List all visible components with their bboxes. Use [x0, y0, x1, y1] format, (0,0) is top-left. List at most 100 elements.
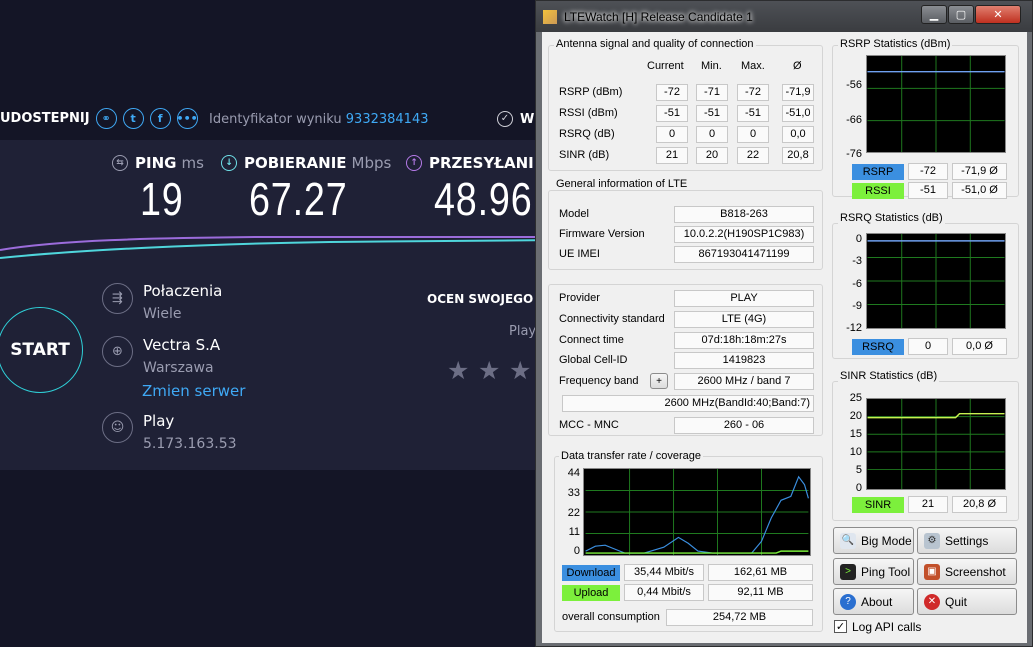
- firmware-value: 10.0.2.2(H190SP1C983): [674, 226, 814, 243]
- magnifier-icon: 🔍: [840, 532, 856, 549]
- rating-star-1[interactable]: ★: [447, 356, 469, 385]
- quit-button[interactable]: ✕ Quit: [917, 588, 1017, 615]
- antenna-value: -72: [737, 84, 769, 101]
- overall-value: 254,72 MB: [666, 609, 813, 626]
- antenna-value: 0,0: [782, 126, 814, 143]
- provider-value: PLAY: [674, 290, 814, 307]
- freq-expand-button[interactable]: +: [650, 373, 668, 389]
- console-icon: >: [840, 563, 856, 580]
- maximize-button[interactable]: ▢: [948, 5, 974, 24]
- about-button[interactable]: ? About: [833, 588, 914, 615]
- upload-rate: 0,44 Mbit/s: [624, 584, 704, 601]
- col-min: Min.: [701, 60, 722, 72]
- change-server-link[interactable]: Zmien serwer: [142, 382, 245, 400]
- rsrq-ytick: -6: [852, 278, 862, 290]
- rate-provider: Play: [509, 324, 537, 339]
- standard-label: Connectivity standard: [559, 313, 665, 325]
- connections-icon: ⇶: [102, 283, 133, 314]
- rsrp-graph: [866, 55, 1006, 153]
- close-button[interactable]: ✕: [975, 5, 1021, 24]
- antenna-value: 20: [696, 147, 728, 164]
- mcc-value: 260 - 06: [674, 417, 814, 434]
- more-icon[interactable]: •••: [177, 107, 198, 129]
- connect-value: 07d:18h:18m:27s: [674, 332, 814, 349]
- rsrp-ytick: -66: [846, 114, 862, 126]
- sinr-ytick: 25: [849, 392, 862, 404]
- provider-name: Play: [143, 412, 175, 430]
- overall-label: overall consumption: [562, 611, 660, 623]
- model-label: Model: [559, 208, 589, 220]
- rssi-average: -51,0 Ø: [952, 182, 1007, 199]
- provider-ip: 5.173.163.53: [143, 436, 237, 452]
- rsrp-current: -72: [908, 163, 948, 180]
- col-max: Max.: [741, 60, 765, 72]
- gear-icon: ⚙: [924, 532, 940, 549]
- antenna-value: -72: [656, 84, 688, 101]
- freq-label: Frequency band: [559, 375, 639, 387]
- upload-value: 48.96: [434, 173, 533, 225]
- title-bar[interactable]: LTEWatch [H] Release Candidate 1 ▁ ▢ ✕: [536, 1, 1032, 32]
- sinr-ytick: 0: [855, 482, 862, 494]
- col-current: Current: [647, 60, 684, 72]
- sinr-legend: SINR: [852, 497, 904, 513]
- ping-header: ⇆ PING ms: [112, 154, 204, 172]
- big-mode-label: Big Mode: [861, 533, 912, 548]
- sinr-ytick: 5: [855, 464, 862, 476]
- quit-label: Quit: [945, 594, 968, 609]
- rsrq-current: 0: [908, 338, 948, 355]
- antenna-value: 20,8: [782, 147, 814, 164]
- facebook-icon[interactable]: f: [149, 107, 171, 129]
- transfer-title: Data transfer rate / coverage: [559, 450, 704, 462]
- rsrq-ytick: -9: [852, 300, 862, 312]
- rssi-current: -51: [908, 182, 948, 199]
- check-icon[interactable]: ✓: [497, 111, 513, 127]
- antenna-value: 21: [656, 147, 688, 164]
- firmware-label: Firmware Version: [559, 228, 645, 240]
- rating-star-2[interactable]: ★: [478, 356, 500, 385]
- ping-label: PING: [135, 154, 177, 172]
- connect-label: Connect time: [559, 334, 624, 346]
- connections-value: Wiele: [143, 306, 182, 322]
- twitter-icon[interactable]: t: [122, 107, 144, 129]
- rsrp-stats-title: RSRP Statistics (dBm): [838, 38, 953, 50]
- about-label: About: [861, 594, 893, 609]
- rssi-legend: RSSI: [852, 183, 904, 199]
- antenna-value: -51: [656, 105, 688, 122]
- sinr-ytick: 10: [849, 446, 862, 458]
- ping-unit: ms: [181, 154, 204, 172]
- settings-label: Settings: [945, 533, 989, 548]
- big-mode-button[interactable]: 🔍 Big Mode: [833, 527, 914, 554]
- user-icon: ☺: [102, 412, 133, 443]
- result-id-value[interactable]: 9332384143: [346, 112, 429, 127]
- start-button[interactable]: START: [0, 307, 83, 393]
- sinr-average: 20,8 Ø: [952, 496, 1007, 513]
- antenna-row-label: SINR (dB): [559, 149, 610, 161]
- log-api-label: Log API calls: [852, 620, 922, 634]
- server-city: Warszawa: [143, 360, 214, 376]
- imei-label: UE IMEI: [559, 248, 600, 260]
- ping-value: 19: [140, 173, 184, 225]
- cell-value: 1419823: [674, 352, 814, 369]
- download-total: 162,61 MB: [708, 564, 813, 581]
- antenna-value: 22: [737, 147, 769, 164]
- antenna-value: -51: [696, 105, 728, 122]
- rsrq-average: 0,0 Ø: [952, 338, 1007, 355]
- sinr-graph: [866, 398, 1006, 490]
- antenna-row-label: RSRP (dBm): [559, 86, 623, 98]
- col-avg: Ø: [793, 60, 802, 72]
- freq-value: 2600 MHz / band 7: [674, 373, 814, 390]
- screenshot-button[interactable]: ▣ Screenshot: [917, 558, 1017, 585]
- mcc-label: MCC - MNC: [559, 419, 619, 431]
- minimize-button[interactable]: ▁: [921, 5, 947, 24]
- connections-label: Połaczenia: [143, 282, 223, 300]
- log-api-checkbox[interactable]: ✓: [834, 620, 847, 633]
- link-icon[interactable]: ⚭: [95, 107, 117, 129]
- ping-tool-button[interactable]: > Ping Tool: [833, 558, 914, 585]
- transfer-ytick: 0: [573, 545, 580, 557]
- transfer-ytick: 11: [568, 526, 580, 538]
- settings-button[interactable]: ⚙ Settings: [917, 527, 1017, 554]
- results-link[interactable]: W: [520, 112, 534, 127]
- rating-star-3[interactable]: ★: [509, 356, 531, 385]
- download-value: 67.27: [249, 173, 348, 225]
- sinr-current: 21: [908, 496, 948, 513]
